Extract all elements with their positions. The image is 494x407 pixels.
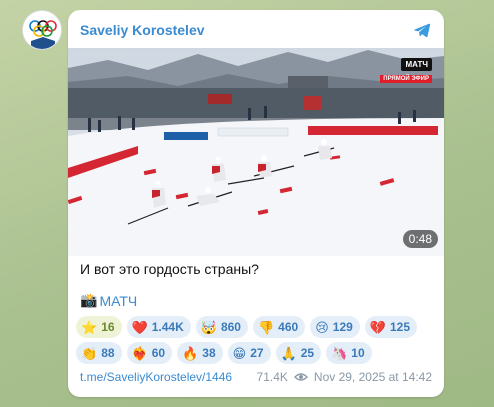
video-player[interactable]: МАТЧ ПРЯМОЙ ЭФИР 0:48 (68, 48, 444, 256)
reaction-emoji: 👏 (81, 345, 98, 361)
source-line: 📸 МАТЧ (80, 292, 137, 309)
reactions-row-1: ⭐ 16 ❤️ 1.44K 🤯 860 👎 460 😢 129 💔 125 (76, 316, 436, 338)
olympic-rings-icon (23, 11, 61, 49)
source-hashtag[interactable]: МАТЧ (99, 293, 137, 309)
post-footer: t.me/SaveliyKorostelev/1446 71.4K Nov 29… (80, 370, 432, 384)
reaction-count: 16 (101, 320, 115, 334)
channel-avatar[interactable] (22, 10, 62, 50)
reaction-count: 125 (389, 320, 411, 334)
post-card: Saveliy Korostelev МАТЧ ПРЯМОЙ ЭФИР 0:48… (68, 10, 444, 397)
reaction-emoji: 😁 (232, 345, 247, 361)
eye-icon (293, 373, 308, 381)
live-broadcast-label: ПРЯМОЙ ЭФИР (380, 75, 432, 83)
reaction-emoji: ❤️ (131, 319, 148, 335)
reaction-button[interactable]: 💔 125 (364, 316, 418, 338)
reaction-count: 860 (220, 320, 241, 334)
reaction-emoji: ❤️‍🔥 (131, 345, 148, 361)
reaction-count: 25 (300, 346, 315, 360)
match-tv-logo: МАТЧ (401, 58, 432, 71)
reaction-count: 88 (101, 346, 115, 360)
reaction-button[interactable]: 🙏 25 (275, 342, 322, 364)
reaction-count: 1.44K (151, 320, 184, 334)
post-link[interactable]: t.me/SaveliyKorostelev/1446 (80, 370, 232, 384)
reaction-count: 27 (250, 346, 264, 360)
view-count: 71.4K (256, 370, 288, 384)
reaction-count: 38 (202, 346, 216, 360)
reaction-button[interactable]: ❤️ 1.44K (126, 316, 191, 338)
post-caption: И вот это гордость страны? (80, 261, 259, 277)
reaction-button[interactable]: 😁 27 (227, 342, 271, 364)
reaction-count: 460 (278, 320, 299, 334)
reaction-button[interactable]: 👏 88 (76, 342, 122, 364)
camera-icon: 📸 (80, 292, 98, 308)
reaction-emoji: 🤯 (200, 319, 217, 335)
video-duration: 0:48 (402, 230, 438, 248)
post-timestamp: Nov 29, 2025 at 14:42 (313, 370, 432, 384)
reaction-count: 60 (151, 346, 166, 360)
reaction-emoji: 🦄 (331, 345, 348, 361)
reactions-row-2: 👏 88 ❤️‍🔥 60 🔥 38 😁 27 🙏 25 🦄 10 (76, 342, 436, 364)
reaction-button[interactable]: ⭐ 16 (76, 316, 122, 338)
reaction-button[interactable]: ❤️‍🔥 60 (126, 342, 173, 364)
reaction-emoji: 😢 (315, 319, 329, 335)
reaction-count: 10 (351, 346, 365, 360)
reaction-emoji: 👎 (257, 319, 275, 335)
reaction-button[interactable]: 👎 460 (252, 316, 306, 338)
reaction-count: 129 (332, 320, 353, 334)
reaction-button[interactable]: 🔥 38 (177, 342, 223, 364)
reaction-button[interactable]: 🦄 10 (326, 342, 372, 364)
reaction-emoji: 🙏 (280, 345, 297, 361)
reaction-emoji: ⭐ (81, 319, 98, 335)
reaction-button[interactable]: 😢 129 (310, 316, 360, 338)
reaction-emoji: 💔 (369, 319, 386, 335)
channel-name[interactable]: Saveliy Korostelev (80, 22, 205, 38)
reaction-button[interactable]: 🤯 860 (195, 316, 248, 338)
telegram-share-icon[interactable] (412, 20, 432, 40)
reaction-emoji: 🔥 (182, 345, 199, 361)
